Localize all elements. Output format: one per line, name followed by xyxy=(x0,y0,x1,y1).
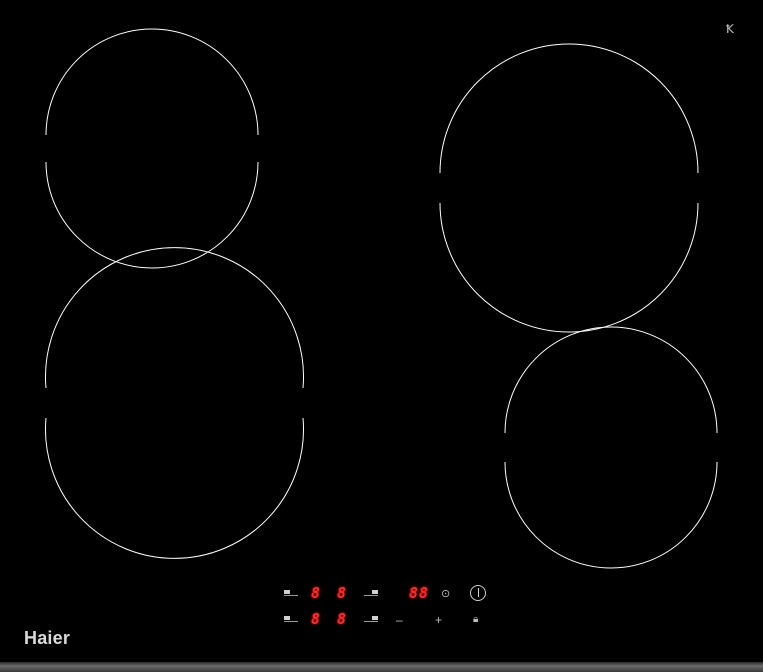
zone-display-top-left: 8 xyxy=(311,584,322,602)
brand-logo: Haier xyxy=(24,628,71,648)
timer-display: 88 xyxy=(409,584,430,602)
power-icon[interactable] xyxy=(470,585,486,601)
cooking-zone-bottom-left[interactable] xyxy=(45,247,304,559)
cooking-zones xyxy=(45,28,718,569)
zone-select-bottom-right-button[interactable] xyxy=(364,616,378,622)
zone-display-top-right: 8 xyxy=(337,584,348,602)
plus-button[interactable]: + xyxy=(435,614,442,626)
bottom-trim xyxy=(0,662,763,672)
cooking-zone-top-right[interactable] xyxy=(439,43,699,333)
zone-display-bottom-right: 8 xyxy=(337,610,348,628)
zone-select-top-right-button[interactable] xyxy=(364,590,378,596)
cooktop: Ꝁ 8 8 88 ⊙ 8 8 – + 🔒︎ Haier xyxy=(0,0,763,672)
zone-display-bottom-left: 8 xyxy=(311,610,322,628)
timer-icon[interactable]: ⊙ xyxy=(441,588,450,600)
lock-icon[interactable]: 🔒︎ xyxy=(473,614,478,626)
zone-select-top-left-button[interactable] xyxy=(284,590,298,596)
zone-select-bottom-left-button[interactable] xyxy=(284,616,298,622)
child-lock-symbol: Ꝁ xyxy=(726,22,734,36)
minus-button[interactable]: – xyxy=(396,614,403,626)
cooking-zone-bottom-right[interactable] xyxy=(504,326,718,569)
cooking-zone-top-left[interactable] xyxy=(45,28,259,269)
